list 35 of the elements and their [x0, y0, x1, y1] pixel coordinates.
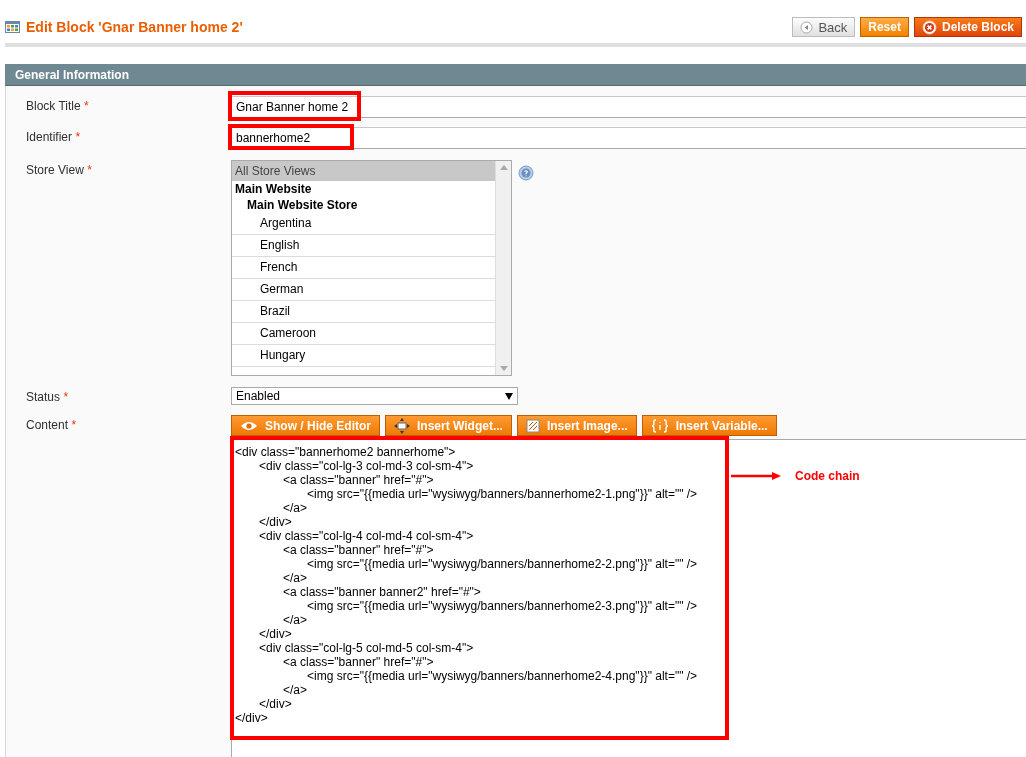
list-option[interactable]: Hungary: [232, 345, 495, 367]
delete-icon: [921, 19, 937, 35]
text-field[interactable]: bannerhome2: [231, 127, 1026, 149]
help-icon[interactable]: [518, 165, 534, 181]
field-label: Block Title *: [26, 99, 89, 113]
braces-icon: [650, 418, 669, 433]
field-label: Store View *: [26, 163, 92, 177]
image-icon: [525, 418, 540, 433]
list-option[interactable]: French: [232, 257, 495, 279]
list-option[interactable]: English: [232, 235, 495, 257]
annotation-arrow: [731, 472, 781, 480]
eye-icon: [240, 419, 258, 432]
field-label: Status *: [26, 390, 69, 404]
section-header: General Information: [5, 64, 1026, 86]
page-title: Edit Block 'Gnar Banner home 2': [26, 19, 243, 35]
back-button[interactable]: Back: [792, 17, 856, 37]
list-option[interactable]: All Store Views: [232, 161, 495, 181]
field-label: Identifier *: [26, 130, 81, 144]
scrollbar[interactable]: [495, 161, 511, 375]
list-option[interactable]: Argentina: [232, 213, 495, 235]
scroll-up-icon[interactable]: [499, 165, 508, 170]
list-option[interactable]: Brazil: [232, 301, 495, 323]
text-field[interactable]: Gnar Banner home 2: [231, 96, 1026, 118]
field-label: Content *: [26, 418, 77, 432]
list-option[interactable]: Main Website: [232, 181, 495, 197]
list-option[interactable]: Cameroon: [232, 323, 495, 345]
store-view-list[interactable]: All Store Views Main Website Main Website Store Argentina English French German Brazil Cameroon Hungary: [231, 160, 512, 376]
grid-icon: [5, 21, 20, 33]
list-option[interactable]: Main Website Store: [232, 197, 495, 213]
annotation-text: Code chain: [795, 469, 860, 483]
dropdown-caret-icon: [505, 392, 513, 400]
widget-icon: [394, 417, 410, 434]
status-dropdown[interactable]: Enabled: [231, 387, 518, 405]
list-option[interactable]: German: [232, 279, 495, 301]
scroll-down-icon[interactable]: [499, 366, 508, 371]
